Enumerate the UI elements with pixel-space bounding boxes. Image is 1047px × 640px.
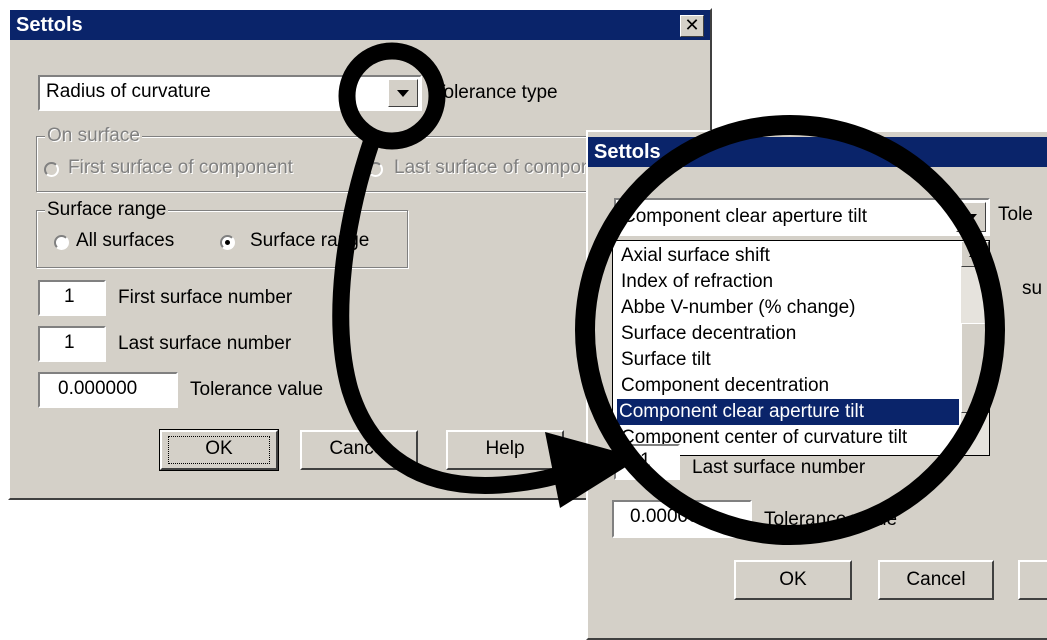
first-surface-of-component-label: First surface of component — [68, 157, 293, 178]
cancel-button[interactable]: Cancel — [300, 430, 418, 470]
list-item[interactable]: Surface decentration — [619, 321, 959, 347]
tolerance-value-value-zoomed: 0.000000 — [630, 506, 710, 527]
help-button[interactable]: Help — [446, 430, 564, 470]
cancel-button-label: Cancel — [329, 438, 389, 459]
on-surface-title: On surface — [45, 125, 142, 147]
list-item[interactable]: Surface tilt — [619, 347, 959, 373]
settols-dialog-zoomed: Settols Component clear aperture tilt To… — [586, 130, 1047, 640]
last-surface-number-label: Last surface number — [118, 333, 292, 354]
tolerance-value-field[interactable]: 0.000000 — [38, 372, 178, 408]
list-item-selected[interactable]: Component clear aperture tilt — [617, 399, 959, 425]
dialog-title: Settols — [16, 14, 83, 36]
tolerance-value-field-zoomed[interactable]: 0.000000 — [612, 500, 752, 538]
radio-last-surface-of-component[interactable] — [368, 162, 383, 177]
tolerance-value-label: Tolerance value — [190, 379, 324, 400]
tolerance-type-dropdown-zoomed[interactable]: Component clear aperture tilt — [614, 198, 990, 236]
first-surface-number-field[interactable]: 1 — [38, 280, 106, 316]
cancel-button-label-zoomed: Cancel — [906, 569, 966, 590]
radio-first-surface-of-component[interactable] — [44, 162, 59, 177]
last-surface-number-field[interactable]: 1 — [38, 326, 106, 362]
tolerance-type-dropdown[interactable]: Radius of curvature — [38, 75, 422, 111]
tolerance-value-value: 0.000000 — [58, 378, 138, 399]
radio-all-surfaces[interactable] — [54, 235, 69, 250]
list-item[interactable]: Component decentration — [619, 373, 959, 399]
chevron-down-icon[interactable] — [388, 79, 418, 107]
radio-surface-range[interactable] — [220, 235, 235, 250]
tolerance-type-listbox[interactable]: Axial surface shift Index of refraction … — [612, 240, 990, 456]
ok-button-label-zoomed: OK — [779, 569, 807, 590]
scroll-up-arrow-icon[interactable] — [961, 241, 989, 267]
first-surface-number-value: 1 — [64, 286, 75, 307]
tolerance-type-value: Radius of curvature — [46, 81, 211, 102]
ok-focus-rectangle — [168, 436, 270, 464]
first-surface-number-label: First surface number — [118, 287, 293, 308]
tolerance-type-label: Tolerance type — [434, 82, 558, 103]
list-scrollbar[interactable] — [961, 241, 989, 455]
last-surface-number-value-zoomed: 1 — [640, 450, 651, 471]
last-surface-number-field-zoomed[interactable]: 1 — [614, 444, 680, 480]
ok-button-zoomed[interactable]: OK — [734, 560, 852, 600]
surface-range-title: Surface range — [45, 199, 169, 221]
help-button-zoomed-partial[interactable] — [1018, 560, 1047, 600]
help-button-label: Help — [485, 438, 525, 459]
tolerance-label-partial: Tole — [998, 204, 1033, 225]
chevron-down-icon-zoomed[interactable] — [956, 202, 986, 232]
last-surface-of-component-label: Last surface of component — [394, 157, 618, 178]
tolerance-value-label-zoomed: Tolerance value — [764, 509, 898, 530]
list-item[interactable]: Axial surface shift — [619, 243, 959, 269]
title-bar-zoomed[interactable]: Settols — [588, 137, 1047, 167]
dialog-title-zoomed: Settols — [594, 141, 661, 163]
close-icon[interactable]: ✕ — [680, 15, 704, 37]
cancel-button-zoomed[interactable]: Cancel — [878, 560, 994, 600]
list-item[interactable]: Index of refraction — [619, 269, 959, 295]
title-bar[interactable]: Settols ✕ — [10, 10, 710, 40]
surface-label-partial: su — [1022, 278, 1043, 299]
last-surface-number-value: 1 — [64, 332, 75, 353]
tolerance-type-value-zoomed: Component clear aperture tilt — [622, 206, 868, 227]
all-surfaces-label: All surfaces — [76, 230, 175, 251]
surface-range-label: Surface range — [250, 230, 370, 251]
scroll-thumb[interactable] — [961, 323, 989, 413]
list-item[interactable]: Abbe V-number (% change) — [619, 295, 959, 321]
last-surface-number-label-zoomed: Last surface number — [692, 457, 866, 478]
